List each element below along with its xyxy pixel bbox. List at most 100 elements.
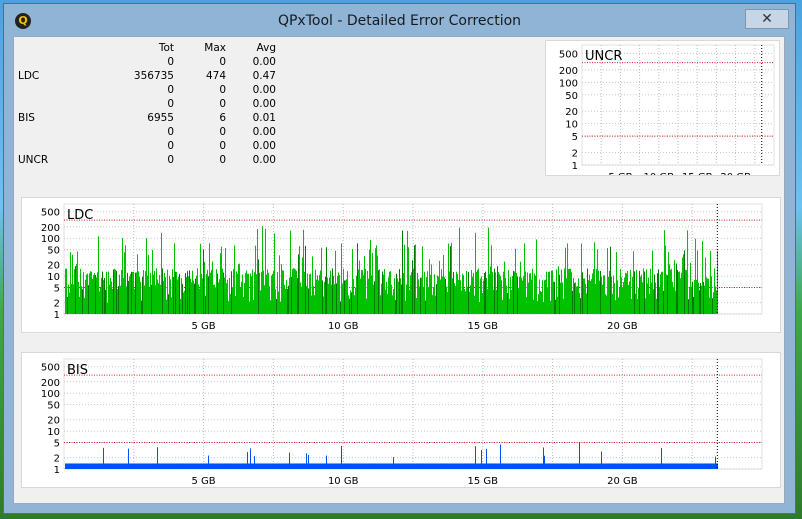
data-bar — [352, 249, 353, 314]
data-bar — [85, 279, 86, 314]
y-tick-label: 5 — [572, 132, 578, 143]
data-bar — [159, 463, 160, 469]
data-bar — [109, 463, 110, 469]
close-button[interactable]: ✕ — [745, 9, 789, 29]
data-bar — [88, 285, 89, 314]
stats-row: 0 0 0.00 — [18, 55, 276, 69]
data-bar — [370, 463, 371, 469]
data-bar — [406, 284, 407, 314]
data-bar — [605, 294, 606, 314]
data-bar — [335, 463, 336, 469]
data-bar — [101, 277, 102, 314]
data-bar — [305, 245, 306, 314]
data-bar — [376, 245, 377, 314]
data-bar — [577, 463, 578, 469]
data-bar — [148, 254, 149, 314]
data-bar — [365, 463, 366, 469]
y-tick-label: 200 — [41, 223, 60, 234]
data-bar — [600, 271, 601, 314]
data-bar — [609, 463, 610, 469]
data-bar — [373, 463, 374, 469]
data-bar — [542, 280, 543, 314]
data-bar — [569, 268, 570, 314]
data-bar — [652, 463, 653, 469]
data-bar — [629, 463, 630, 469]
data-bar — [435, 463, 436, 469]
stats-row-label — [18, 83, 58, 97]
data-bar — [451, 243, 452, 314]
data-bar — [264, 285, 265, 314]
title-bar[interactable]: Q QPxTool - Detailed Error Correction ✕ — [4, 4, 795, 34]
data-bar — [251, 276, 252, 314]
data-bar — [660, 463, 661, 469]
data-bar — [571, 272, 572, 314]
data-bar — [562, 463, 563, 469]
data-bar — [315, 269, 316, 314]
stats-cell-avg: 0.00 — [252, 84, 276, 96]
data-bar — [242, 274, 243, 314]
data-bar — [714, 463, 715, 469]
data-bar — [80, 463, 81, 469]
data-bar — [446, 463, 447, 469]
data-bar — [340, 463, 341, 469]
data-bar — [545, 463, 546, 469]
data-bar — [121, 269, 122, 314]
stats-cell-max: 0 — [219, 56, 226, 68]
data-bar — [311, 295, 312, 314]
data-bar — [223, 463, 224, 469]
data-bar — [637, 463, 638, 469]
stats-row: LDC 356735 474 0.47 — [18, 69, 276, 83]
data-bar — [125, 245, 126, 314]
data-bar — [124, 252, 125, 314]
stats-row-label: UNCR — [18, 154, 49, 166]
data-bar — [696, 463, 697, 469]
data-bar — [528, 463, 529, 469]
data-bar — [82, 463, 83, 469]
data-bar — [343, 268, 344, 314]
data-bar — [238, 264, 239, 314]
data-bar — [409, 463, 410, 469]
data-bar — [691, 463, 692, 469]
data-bar — [155, 285, 156, 314]
data-bar — [441, 269, 442, 314]
data-bar — [394, 463, 395, 469]
data-bar — [263, 463, 264, 469]
data-bar — [534, 463, 535, 469]
data-bar — [554, 463, 555, 469]
data-bar — [137, 463, 138, 469]
data-bar — [144, 463, 145, 469]
data-bar — [459, 463, 460, 469]
data-bar — [330, 270, 331, 314]
data-bar — [285, 463, 286, 469]
data-bar — [544, 280, 545, 314]
data-bar — [133, 271, 134, 314]
data-bar — [221, 463, 222, 469]
data-bar — [360, 463, 361, 469]
data-bar — [460, 463, 461, 469]
data-bar — [408, 463, 409, 469]
data-bar — [287, 463, 288, 469]
data-bar — [543, 447, 544, 469]
data-bar — [635, 293, 636, 314]
data-bar — [444, 277, 445, 314]
data-bar — [137, 254, 138, 314]
data-bar — [198, 463, 199, 469]
data-bar — [417, 272, 418, 314]
data-bar — [577, 286, 578, 314]
data-bar — [168, 294, 169, 314]
data-bar — [403, 463, 404, 469]
data-bar — [297, 278, 298, 314]
data-bar — [216, 269, 217, 314]
data-bar — [107, 302, 108, 314]
data-bar — [570, 268, 571, 314]
data-bar — [678, 271, 679, 314]
data-bar — [400, 278, 401, 314]
data-bar — [344, 280, 345, 314]
data-bar — [475, 446, 476, 469]
data-bar — [603, 275, 604, 314]
data-bar — [135, 272, 136, 314]
data-bar — [441, 463, 442, 469]
data-bar — [715, 456, 716, 469]
data-bar — [232, 287, 233, 314]
data-bar — [673, 463, 674, 469]
